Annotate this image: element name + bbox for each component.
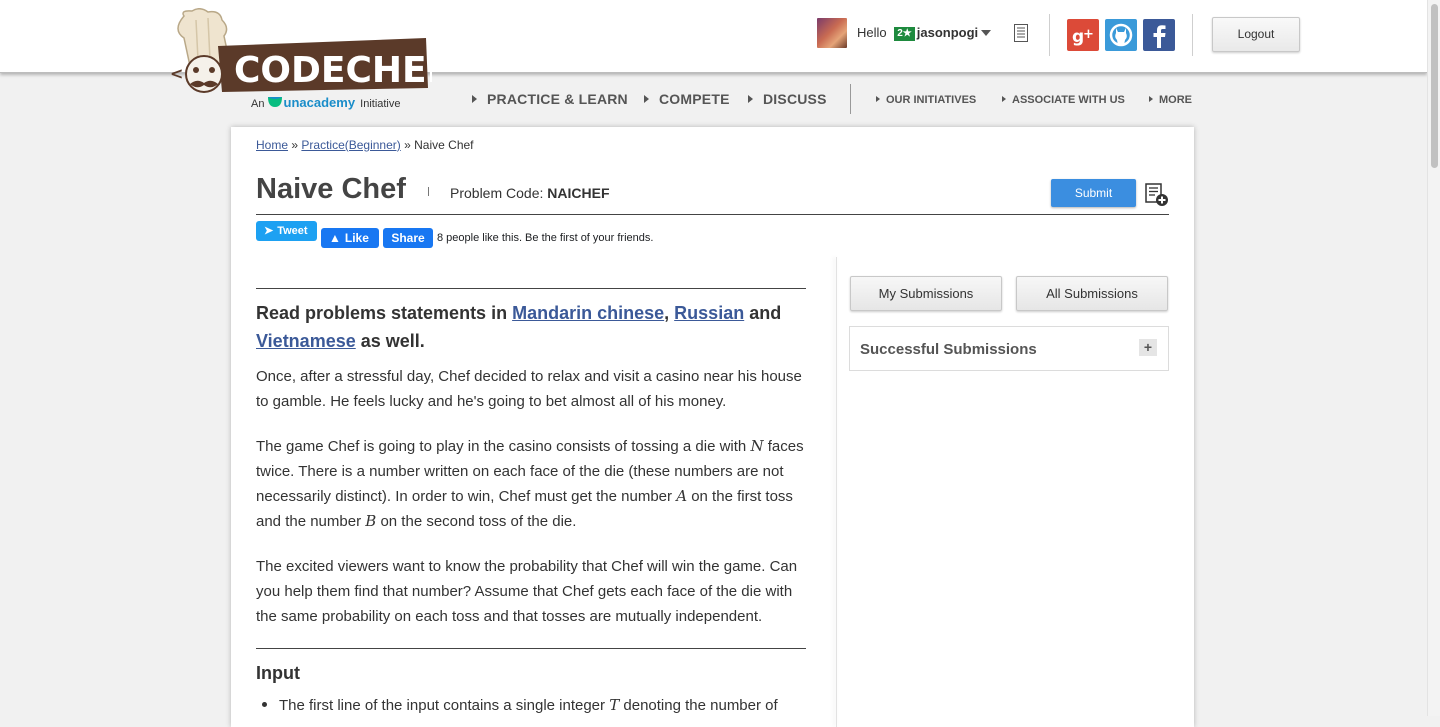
translation-prefix: Read problems statements in	[256, 303, 508, 323]
breadcrumb-practice-link[interactable]: Practice(Beginner)	[301, 138, 400, 152]
successful-submissions-panel: Successful Submissions +	[849, 326, 1169, 371]
breadcrumb-home-link[interactable]: Home	[256, 138, 288, 152]
text-segment: The first line of the input contains a s…	[279, 697, 606, 714]
header-divider	[1192, 14, 1193, 56]
problem-code-label: Problem Code:	[450, 185, 544, 201]
conjunction: and	[749, 303, 782, 323]
like-label: Like	[344, 231, 369, 245]
separator-comma: ,	[664, 303, 670, 323]
logo-wordmark: CODECHEF	[234, 50, 432, 91]
unacademy-icon	[268, 97, 282, 107]
facebook-share-button[interactable]: Share	[383, 228, 433, 248]
text-segment: The game Chef is going to play in the ca…	[256, 438, 747, 455]
nav-more[interactable]: MORE	[1149, 94, 1192, 106]
nav-discuss[interactable]: DISCUSS	[748, 91, 827, 107]
problem-code: Problem Code: NAICHEF	[450, 185, 610, 201]
nav-label: ASSOCIATE WITH US	[1012, 94, 1125, 106]
facebook-icon[interactable]	[1143, 19, 1175, 51]
problem-code-value: NAICHEF	[547, 185, 610, 201]
user-greeting[interactable]: Hello 2★ jasonpogi	[857, 25, 978, 41]
successful-submissions-title: Successful Submissions	[860, 341, 1037, 358]
my-submissions-button[interactable]: My Submissions	[850, 276, 1002, 311]
translation-notice: Read problems statements in Mandarin chi…	[256, 299, 816, 355]
mandarin-link[interactable]: Mandarin chinese	[512, 303, 664, 323]
translation-suffix: as well.	[360, 331, 425, 351]
tagline-suffix: Initiative	[360, 98, 401, 110]
nav-label: PRACTICE & LEARN	[487, 91, 628, 107]
breadcrumb-separator: »	[404, 138, 411, 152]
nav-arrow-icon	[1149, 96, 1153, 102]
math-variable: B	[365, 512, 377, 530]
twitter-bird-icon: ➤	[264, 225, 274, 237]
nav-label: OUR INITIATIVES	[886, 94, 977, 106]
nav-label: MORE	[1159, 94, 1192, 106]
nav-arrow-icon	[472, 95, 477, 103]
username[interactable]: jasonpogi	[917, 25, 978, 40]
page-title: Naive Chef	[256, 173, 406, 205]
tweet-label: Tweet	[277, 225, 308, 237]
math-variable: T	[609, 696, 620, 714]
math-variable: A	[676, 487, 688, 505]
star-rating-badge: 2★	[894, 27, 915, 41]
expand-icon[interactable]: +	[1139, 339, 1157, 356]
scrollbar-thumb[interactable]	[1431, 4, 1438, 168]
header-divider	[1049, 14, 1050, 56]
svg-text:+: +	[1083, 27, 1094, 42]
nav-label: DISCUSS	[763, 91, 827, 107]
section-rule	[256, 648, 806, 649]
notes-icon[interactable]	[1014, 24, 1028, 42]
unacademy-tagline: An unacademy Initiative	[251, 95, 401, 110]
submit-button[interactable]: Submit	[1051, 179, 1136, 207]
facebook-like-button[interactable]: ▲ Like	[321, 228, 379, 248]
list-item: The first line of the input contains a s…	[262, 696, 822, 714]
nav-arrow-icon	[1002, 96, 1006, 102]
nav-arrow-icon	[876, 96, 880, 102]
tweet-button[interactable]: ➤ Tweet	[256, 221, 317, 241]
title-underline	[256, 214, 1169, 215]
statement-paragraph-3: The excited viewers want to know the pro…	[256, 558, 798, 625]
nav-associate-with-us[interactable]: ASSOCIATE WITH US	[1002, 94, 1125, 106]
thumbs-up-icon: ▲	[329, 231, 341, 245]
statement-paragraph-1: Once, after a stressful day, Chef decide…	[256, 368, 802, 410]
like-count-text: 8 people like this. Be the first of your…	[437, 232, 654, 244]
logout-button[interactable]: Logout	[1212, 17, 1300, 52]
page-scrollbar[interactable]	[1427, 0, 1440, 716]
breadcrumb: Home » Practice(Beginner) » Naive Chef	[256, 138, 474, 152]
all-submissions-button[interactable]: All Submissions	[1016, 276, 1168, 311]
statement-top-rule	[256, 288, 806, 289]
tagline-prefix: An	[251, 98, 265, 110]
tagline-brand: unacademy	[283, 95, 356, 110]
nav-compete[interactable]: COMPETE	[644, 91, 730, 107]
nav-label: COMPETE	[659, 91, 730, 107]
text-segment: denoting the number of	[623, 697, 778, 714]
bullet-icon	[262, 702, 267, 707]
statement-paragraph-2: The game Chef is going to play in the ca…	[256, 434, 806, 534]
nav-arrow-icon	[644, 95, 649, 103]
problem-card: Home » Practice(Beginner) » Naive Chef N…	[231, 127, 1194, 727]
nav-practice-learn[interactable]: PRACTICE & LEARN	[472, 91, 628, 107]
add-to-list-icon[interactable]	[1145, 183, 1169, 207]
input-heading: Input	[256, 663, 300, 683]
russian-link[interactable]: Russian	[674, 303, 744, 323]
greeting-text: Hello	[857, 25, 887, 40]
vietnamese-link[interactable]: Vietnamese	[256, 331, 356, 351]
codechef-logo[interactable]: CODECHEF < An unacademy Initiative	[170, 8, 432, 112]
nav-divider	[850, 84, 851, 114]
svg-text:<: <	[170, 64, 183, 83]
nav-arrow-icon	[748, 95, 753, 103]
text-segment: on the second toss of the die.	[380, 513, 577, 530]
title-divider	[428, 187, 429, 196]
google-plus-icon[interactable]: g +	[1067, 19, 1099, 51]
breadcrumb-separator: »	[291, 138, 299, 152]
nav-our-initiatives[interactable]: OUR INITIATIVES	[876, 94, 976, 106]
math-variable: N	[750, 437, 764, 455]
user-avatar[interactable]	[817, 18, 847, 48]
column-divider	[836, 257, 837, 727]
user-dropdown-caret-icon[interactable]	[981, 30, 991, 36]
breadcrumb-current: Naive Chef	[414, 138, 474, 152]
github-icon[interactable]	[1105, 19, 1137, 51]
